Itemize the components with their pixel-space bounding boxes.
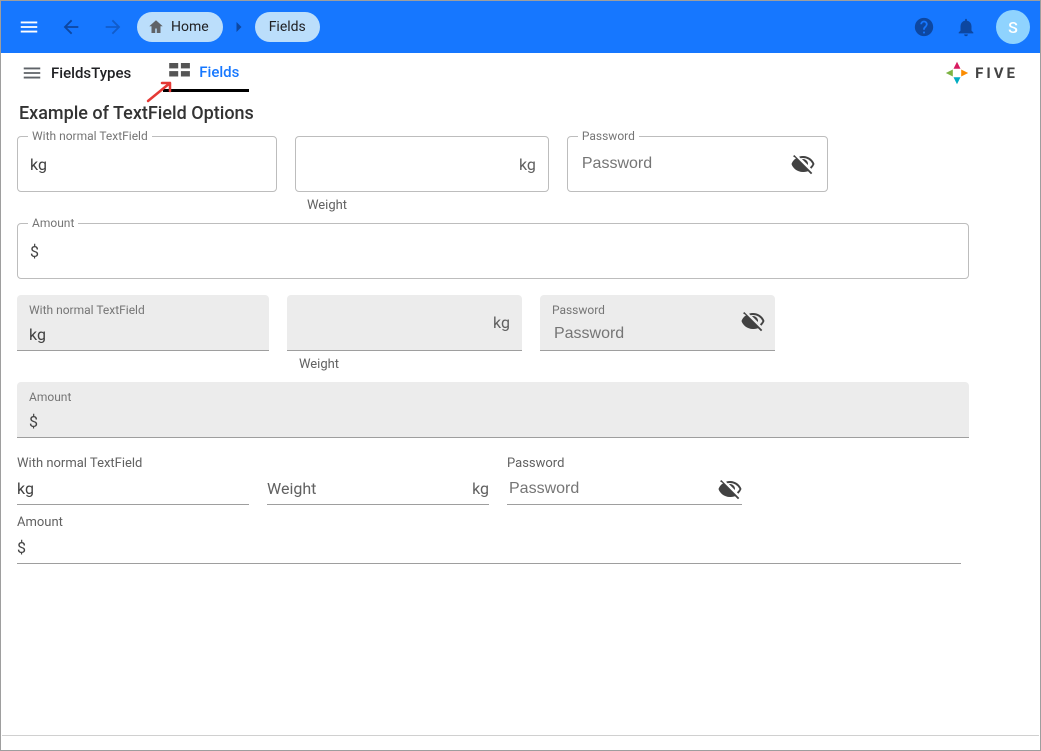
- breadcrumb-home-label: Home: [171, 19, 209, 35]
- outlined-weight-input[interactable]: [308, 137, 519, 191]
- dollar-prefix: $: [29, 412, 38, 431]
- breadcrumb-fields-label: Fields: [269, 19, 306, 35]
- filled-weight-input[interactable]: [299, 324, 510, 344]
- field-label: Password: [507, 456, 742, 471]
- dollar-prefix: $: [17, 538, 26, 557]
- filled-normal-field[interactable]: With normal TextField kg: [17, 295, 269, 351]
- outlined-normal-input[interactable]: [53, 137, 264, 191]
- tab-bar: FieldsTypes Fields FIVE: [1, 53, 1040, 93]
- tab-label: Fields: [199, 63, 239, 81]
- filled-password-field[interactable]: Password: [540, 295, 775, 351]
- outlined-password-input[interactable]: [580, 137, 791, 191]
- visibility-off-icon[interactable]: [791, 152, 815, 176]
- helper-weight: Weight: [299, 357, 520, 372]
- outlined-normal-field[interactable]: With normal TextField kg: [17, 136, 277, 192]
- bell-icon[interactable]: [948, 9, 984, 45]
- filled-weight-field[interactable]: kg: [287, 295, 522, 351]
- std-password-input[interactable]: [507, 479, 718, 499]
- field-label: With normal TextField: [28, 129, 152, 143]
- kg-prefix: kg: [17, 479, 34, 498]
- five-logo: FIVE: [943, 59, 1018, 87]
- weight-placeholder: Weight: [267, 479, 316, 498]
- filled-amount-field[interactable]: Amount $: [17, 382, 969, 438]
- field-label: Password: [552, 303, 605, 317]
- app-bar: Home Fields S: [1, 1, 1040, 53]
- breadcrumb-home[interactable]: Home: [137, 12, 223, 42]
- tab-label: FieldsTypes: [51, 64, 131, 82]
- kg-suffix: kg: [472, 479, 489, 498]
- outlined-password-field[interactable]: Password: [567, 136, 828, 192]
- nav-back-icon[interactable]: [53, 9, 89, 45]
- page-title: Example of TextField Options: [19, 103, 1024, 124]
- filled-password-input[interactable]: [552, 324, 763, 344]
- outlined-amount-field[interactable]: Amount $: [17, 223, 969, 279]
- filled-amount-input[interactable]: [38, 411, 957, 431]
- menu-icon[interactable]: [11, 9, 47, 45]
- tab-fields-types[interactable]: FieldsTypes: [15, 54, 141, 92]
- field-label: With normal TextField: [17, 456, 249, 471]
- kg-suffix: kg: [493, 313, 510, 332]
- std-amount-field[interactable]: $: [17, 532, 961, 564]
- std-password-field[interactable]: [507, 473, 742, 505]
- breadcrumb-fields[interactable]: Fields: [255, 12, 320, 42]
- dollar-prefix: $: [30, 242, 39, 261]
- std-amount-input[interactable]: [26, 538, 961, 558]
- std-normal-input[interactable]: [34, 479, 249, 499]
- menu-icon: [21, 62, 43, 84]
- kg-prefix: kg: [29, 325, 46, 344]
- std-weight-field[interactable]: Weight kg: [267, 473, 489, 505]
- kg-prefix: kg: [30, 155, 47, 174]
- helper-weight: Weight: [307, 198, 547, 213]
- form-icon: [169, 63, 191, 81]
- outlined-amount-input[interactable]: [45, 224, 956, 278]
- field-label: Amount: [17, 515, 961, 530]
- filled-normal-input[interactable]: [46, 324, 257, 344]
- field-label: Amount: [28, 216, 78, 230]
- content-area: Example of TextField Options With normal…: [1, 93, 1040, 736]
- status-bar: [2, 735, 1039, 749]
- kg-suffix: kg: [519, 155, 536, 174]
- field-label: Password: [578, 129, 639, 143]
- help-icon[interactable]: [906, 9, 942, 45]
- field-label: Amount: [29, 390, 71, 404]
- visibility-off-icon[interactable]: [741, 309, 765, 333]
- nav-forward-icon: [95, 9, 131, 45]
- avatar[interactable]: S: [996, 10, 1030, 44]
- outlined-weight-field[interactable]: kg: [295, 136, 549, 192]
- std-normal-field[interactable]: kg: [17, 473, 249, 505]
- visibility-off-icon[interactable]: [718, 477, 742, 501]
- field-label: With normal TextField: [29, 303, 145, 317]
- tab-fields[interactable]: Fields: [163, 55, 249, 92]
- home-icon: [147, 18, 165, 36]
- chevron-right-icon: [229, 17, 249, 37]
